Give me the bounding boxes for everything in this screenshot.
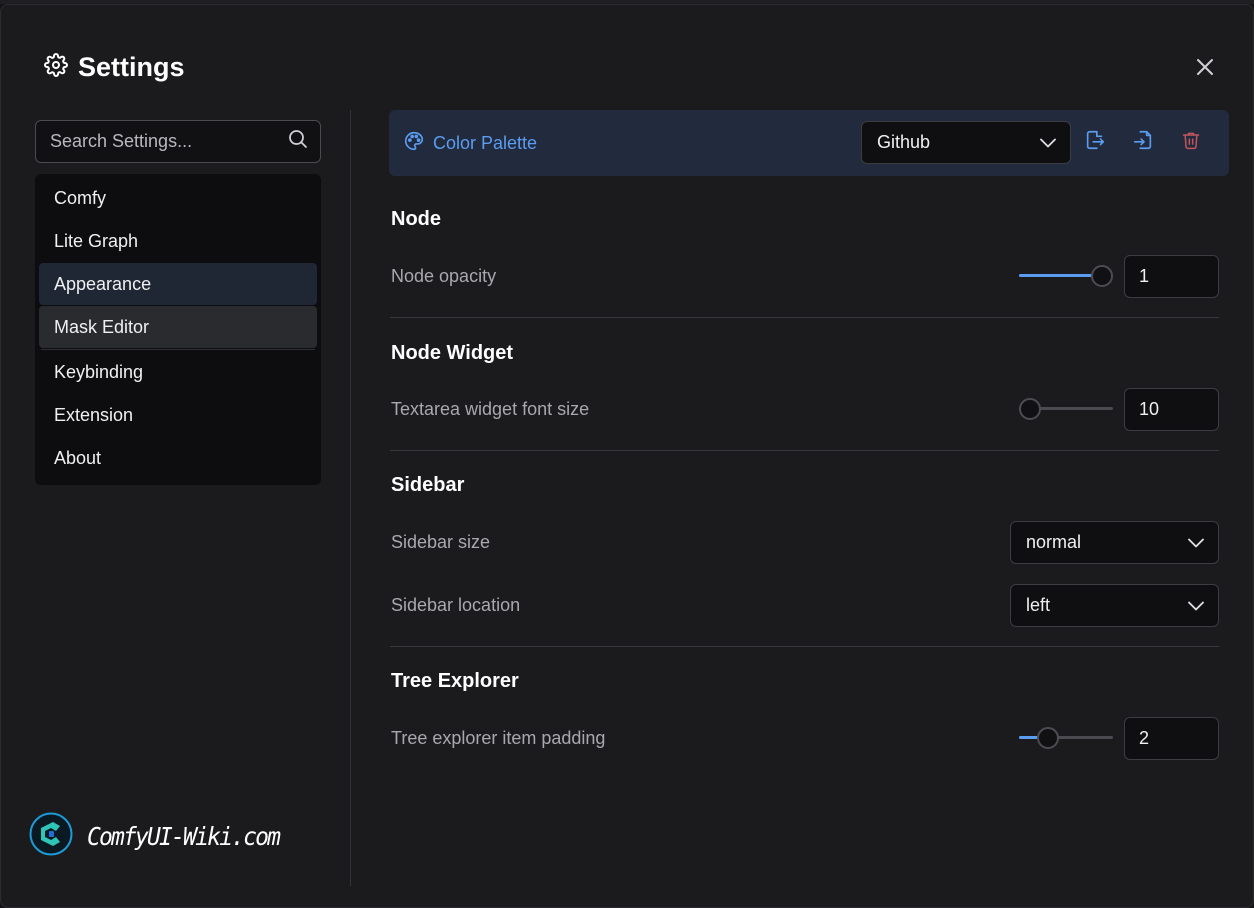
category-label: Keybinding [54,361,144,382]
sidebar-location-value: left [1026,595,1051,615]
search-icon[interactable] [288,129,308,154]
export-icon [1084,129,1106,156]
comfyui-logo-icon [29,812,73,861]
category-label: Lite Graph [54,230,139,251]
slider-handle[interactable] [1037,727,1059,749]
color-palette-select[interactable]: Github [861,121,1071,164]
delete-palette-button[interactable] [1179,130,1203,154]
slider-handle[interactable] [1019,398,1041,420]
category-label: Extension [54,404,134,425]
node-opacity-label: Node opacity [391,266,497,286]
node-opacity-slider[interactable] [1019,265,1113,287]
textarea-font-size-slider[interactable] [1019,398,1113,420]
section-divider [390,646,1219,647]
section-title-node-widget: Node Widget [391,342,514,364]
category-extension[interactable]: Extension [39,394,317,436]
sidebar-size-select[interactable]: normal [1010,521,1219,564]
sidebar-size-label: Sidebar size [391,532,491,552]
chevron-down-icon [1188,595,1204,616]
gear-icon [44,53,68,82]
tree-item-padding-input[interactable]: 2 [1124,717,1219,760]
category-comfy[interactable]: Comfy [39,177,317,219]
search-input[interactable] [50,131,288,152]
category-label: Appearance [54,273,152,294]
section-title-sidebar: Sidebar [391,474,465,496]
section-divider [390,450,1219,451]
settings-category-list: Comfy Lite Graph Appearance Mask Editor … [35,174,321,485]
chevron-down-icon [1188,532,1204,553]
sidebar-location-label: Sidebar location [391,595,521,615]
dialog-title: Settings [78,52,185,82]
category-mask-editor[interactable]: Mask Editor [39,306,317,348]
brand-watermark: ComfyUI-Wiki.com [29,812,296,861]
slider-handle[interactable] [1091,265,1113,287]
category-divider [41,349,315,350]
panel-divider [350,110,351,886]
close-button[interactable] [1192,56,1218,82]
tree-item-padding-label: Tree explorer item padding [391,728,606,748]
category-about[interactable]: About [39,437,317,479]
search-settings-field [35,120,321,163]
close-icon [1196,58,1214,81]
node-opacity-input[interactable]: 1 [1124,255,1219,298]
textarea-font-size-input[interactable]: 10 [1124,388,1219,431]
section-divider [390,317,1219,318]
tree-item-padding-slider[interactable] [1019,727,1113,749]
trash-icon [1181,130,1201,155]
brand-name: ComfyUI-Wiki.com [87,822,281,851]
textarea-font-size-label: Textarea widget font size [391,399,590,419]
slider-fill [1019,274,1102,277]
section-title-tree-explorer: Tree Explorer [391,670,519,692]
export-palette-button[interactable] [1083,130,1107,154]
sidebar-location-select[interactable]: left [1010,584,1219,627]
palette-label-text: Color Palette [433,133,538,153]
category-appearance[interactable]: Appearance [39,263,317,305]
category-keybinding[interactable]: Keybinding [39,351,317,393]
palette-selected-value: Github [877,132,931,152]
chevron-down-icon [1040,132,1056,153]
import-palette-button[interactable] [1131,130,1155,154]
category-lite-graph[interactable]: Lite Graph [39,220,317,262]
dialog-header: Settings [44,52,185,83]
palette-icon [403,130,425,157]
sidebar-size-value: normal [1026,532,1082,552]
category-label: Comfy [54,187,107,208]
color-palette-bar: Color Palette Github [389,110,1229,176]
color-palette-label: Color Palette [403,130,537,157]
category-label: About [54,447,102,468]
section-title-node: Node [391,208,441,230]
category-label: Mask Editor [54,316,150,337]
import-icon [1132,129,1154,156]
